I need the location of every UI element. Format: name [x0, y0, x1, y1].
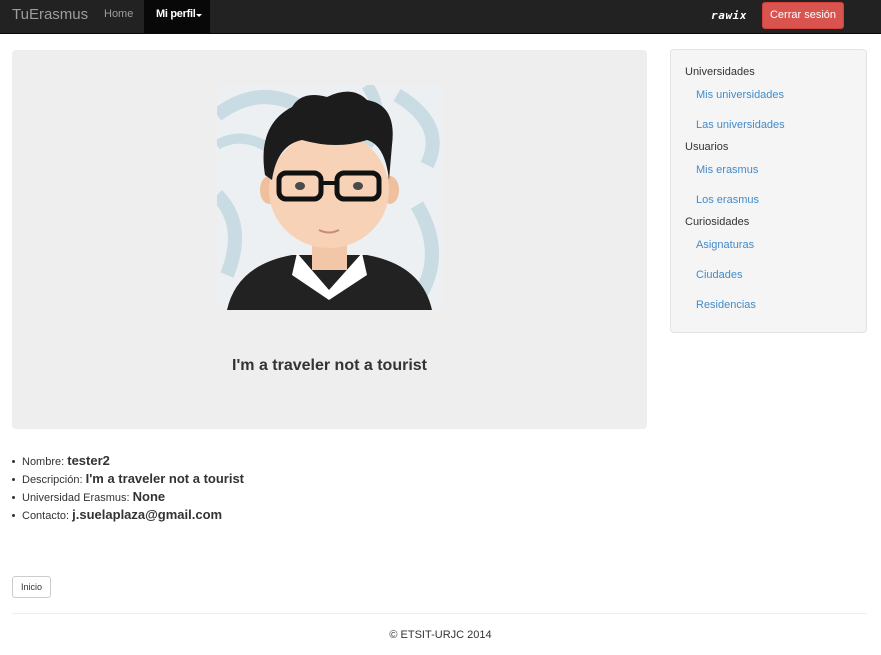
sidebar-link-residencias[interactable]: Residencias: [696, 299, 756, 311]
list-item: Universidad Erasmus: None: [12, 488, 244, 506]
sidebar-heading-usuarios: Usuarios: [685, 141, 729, 153]
university-value: None: [132, 489, 166, 504]
list-item: Descripción: I'm a traveler not a touris…: [12, 470, 244, 488]
profile-tagline: I'm a traveler not a tourist: [232, 357, 427, 374]
sidebar-link-mis-erasmus[interactable]: Mis erasmus: [696, 164, 758, 176]
sidebar-link-asignaturas[interactable]: Asignaturas: [696, 239, 754, 251]
brand-link[interactable]: TuErasmus: [12, 6, 88, 23]
footer-text: © ETSIT-URJC 2014: [389, 629, 492, 641]
list-item: Contacto: j.suelaplaza@gmail.com: [12, 506, 244, 524]
logout-button[interactable]: Cerrar sesión: [762, 2, 844, 29]
profile-info-list: Nombre: tester2 Descripción: I'm a trave…: [12, 452, 244, 524]
sidebar-link-los-erasmus[interactable]: Los erasmus: [696, 194, 759, 206]
sidebar-heading-curiosidades: Curiosidades: [685, 216, 750, 228]
list-item: Nombre: tester2: [12, 452, 244, 470]
nav-profile-label: Mi perfil: [156, 8, 196, 20]
name-value: tester2: [67, 453, 110, 468]
caret-down-icon: [196, 14, 202, 17]
sidebar-nav: Universidades Mis universidades Las univ…: [670, 49, 867, 333]
top-navbar: TuErasmus Home Mi perfil rawix Cerrar se…: [0, 0, 881, 34]
contact-label: Contacto:: [22, 510, 70, 522]
footer-divider: [12, 613, 867, 614]
inicio-button[interactable]: Inicio: [12, 576, 51, 598]
sidebar-link-mis-universidades[interactable]: Mis universidades: [696, 89, 784, 101]
nav-home-link[interactable]: Home: [104, 8, 133, 20]
profile-jumbotron: I'm a traveler not a tourist: [12, 50, 647, 429]
nav-profile-dropdown[interactable]: Mi perfil: [144, 0, 210, 34]
avatar: [217, 85, 442, 310]
contact-value: j.suelaplaza@gmail.com: [72, 507, 223, 522]
name-label: Nombre:: [22, 456, 65, 468]
description-value: I'm a traveler not a tourist: [85, 471, 245, 486]
description-label: Descripción:: [22, 474, 83, 486]
sidebar-heading-universidades: Universidades: [685, 66, 755, 78]
university-label: Universidad Erasmus:: [22, 492, 130, 504]
sidebar-link-ciudades[interactable]: Ciudades: [696, 269, 742, 281]
sidebar-link-las-universidades[interactable]: Las universidades: [696, 119, 785, 131]
username-label: rawix: [711, 9, 748, 22]
